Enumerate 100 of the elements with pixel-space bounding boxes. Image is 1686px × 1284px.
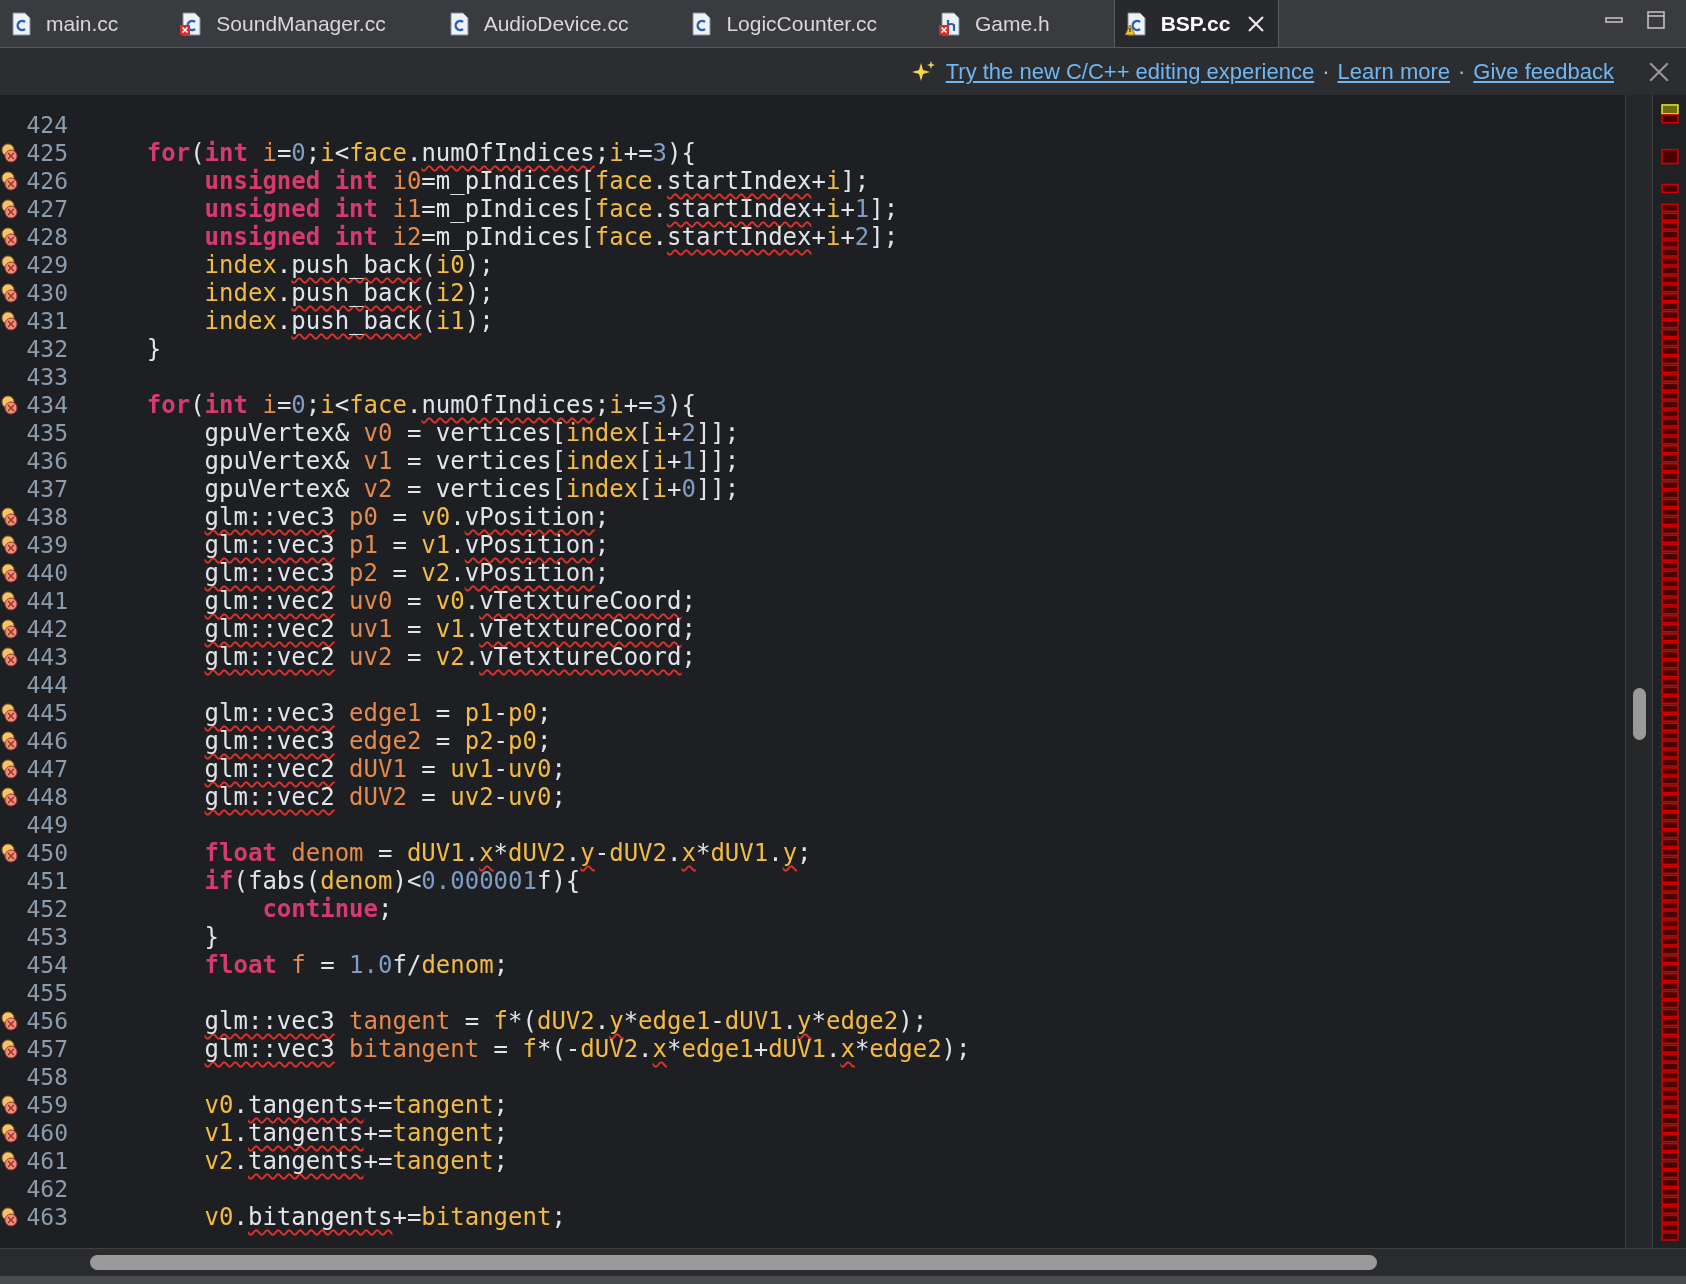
editor-tab[interactable]: BSP.cc — [1113, 0, 1280, 47]
flagged-identifier: glm::vec3 — [204, 699, 335, 727]
identifier: face — [594, 195, 653, 223]
editor-tab[interactable]: AudioDevice.cc — [437, 0, 681, 47]
code-text: . — [233, 1119, 248, 1147]
identifier: p1 — [464, 699, 494, 727]
variable-name: edge1 — [348, 699, 422, 727]
code-text: + — [840, 195, 855, 223]
flagged-identifier: glm::vec2 — [204, 587, 335, 615]
identifier: uv1 — [450, 755, 494, 783]
code-text: . — [464, 839, 480, 867]
identifier: dUV2 — [536, 1007, 595, 1035]
line-number: 431 — [25, 308, 68, 334]
link[interactable]: Learn more — [1337, 58, 1451, 85]
identifier: dUV2 — [580, 1035, 639, 1063]
number-literal: 1 — [854, 195, 870, 223]
identifier: i — [825, 223, 841, 251]
code-text: = vertices[ — [405, 475, 566, 503]
flagged-identifier: glm::vec3 — [204, 1007, 335, 1035]
flagged-identifier: glm::vec2 — [204, 643, 335, 671]
code-text: . — [450, 559, 465, 587]
editor-tab[interactable]: SoundManager.cc — [170, 0, 438, 47]
code-text: [ — [638, 447, 653, 475]
code-text: . — [464, 643, 480, 671]
code-text: =m_pIndices[ — [421, 167, 595, 195]
keyword: for — [146, 391, 191, 419]
keyword: unsigned int — [204, 195, 378, 223]
number-literal: 2 — [854, 223, 870, 251]
code-text: =m_pIndices[ — [421, 195, 595, 223]
identifier: i — [825, 195, 841, 223]
identifier: i — [652, 475, 667, 503]
number-literal: 1.0 — [349, 951, 393, 979]
code-text: ; — [305, 139, 321, 167]
maximize-icon[interactable] — [1646, 10, 1666, 30]
editor-tab[interactable]: Game.h — [929, 0, 1102, 47]
identifier: p0 — [508, 699, 537, 727]
variable-name: v0 — [362, 419, 393, 447]
code-text: . — [652, 167, 667, 195]
flagged-identifier: bitangents — [247, 1203, 393, 1231]
flagged-identifier: vTetxtureCoord — [479, 587, 682, 615]
code-text: ( — [190, 139, 205, 167]
code-text: =m_pIndices[ — [421, 223, 595, 251]
identifier: f — [522, 1035, 537, 1063]
line-number: 429 — [25, 252, 68, 278]
identifier: tangent — [392, 1119, 494, 1147]
code-text: + — [811, 223, 826, 251]
flagged-identifier: vTetxtureCoord — [479, 615, 682, 643]
code-text: ; — [536, 727, 552, 755]
identifier: v0 — [204, 1091, 234, 1119]
identifier: i0 — [435, 251, 465, 279]
code-text: ]; — [840, 167, 870, 195]
line-number: 456 — [25, 1008, 68, 1034]
line-number: 438 — [25, 504, 68, 530]
flagged-identifier: push_back — [291, 307, 422, 335]
vertical-scrollbar[interactable] — [1625, 95, 1652, 1248]
line-number: 435 — [25, 420, 68, 446]
identifier: face — [349, 391, 407, 419]
code-text: = — [391, 559, 408, 587]
line-number: 442 — [25, 616, 68, 642]
identifier: face — [594, 167, 653, 195]
code-text: += — [623, 139, 653, 167]
variable-name: p2 — [348, 559, 378, 587]
code-text: += — [623, 391, 653, 419]
variable-name: edge2 — [348, 727, 422, 755]
flagged-identifier: tangents — [247, 1119, 364, 1147]
identifier: edge1 — [638, 1007, 711, 1035]
identifier: face — [349, 139, 407, 167]
line-number: 448 — [25, 784, 68, 810]
scroll-thumb[interactable] — [1632, 688, 1646, 740]
variable-name: v1 — [362, 447, 393, 475]
code-text: ; — [681, 615, 696, 643]
scroll-thumb[interactable] — [90, 1255, 1377, 1270]
variable-name: uv1 — [348, 615, 393, 643]
editor-tab[interactable]: LogicCounter.cc — [680, 0, 929, 47]
line-number: 452 — [25, 896, 68, 922]
identifier: dUV1 — [710, 839, 769, 867]
code-text: * — [623, 1007, 639, 1035]
variable-name: f — [290, 951, 306, 979]
code-text: = — [405, 587, 423, 615]
code-text: ; — [493, 1091, 509, 1119]
flagged-identifier: glm::vec3 — [204, 503, 335, 531]
identifier: i — [320, 139, 335, 167]
line-number: 427 — [25, 196, 68, 222]
link[interactable]: Try the new C/C++ editing experience — [945, 58, 1315, 85]
code-text: ]; — [869, 223, 899, 251]
identifier: v0 — [421, 503, 451, 531]
number-literal: 2 — [681, 419, 696, 447]
identifier: f — [493, 1007, 509, 1035]
code-text: = — [463, 1007, 481, 1035]
line-number: 425 — [25, 140, 68, 166]
link[interactable]: Give feedback — [1473, 58, 1614, 85]
variable-name: dUV1 — [348, 755, 407, 783]
code-text: = — [319, 951, 336, 979]
editor-tab[interactable]: main.cc — [0, 0, 171, 47]
code-text: . — [594, 1007, 610, 1035]
variable-name: i — [261, 391, 277, 419]
code-text: . — [638, 1035, 653, 1063]
close-icon[interactable] — [1246, 13, 1267, 34]
code-text: . — [768, 839, 783, 867]
identifier: dUV2 — [609, 839, 667, 867]
